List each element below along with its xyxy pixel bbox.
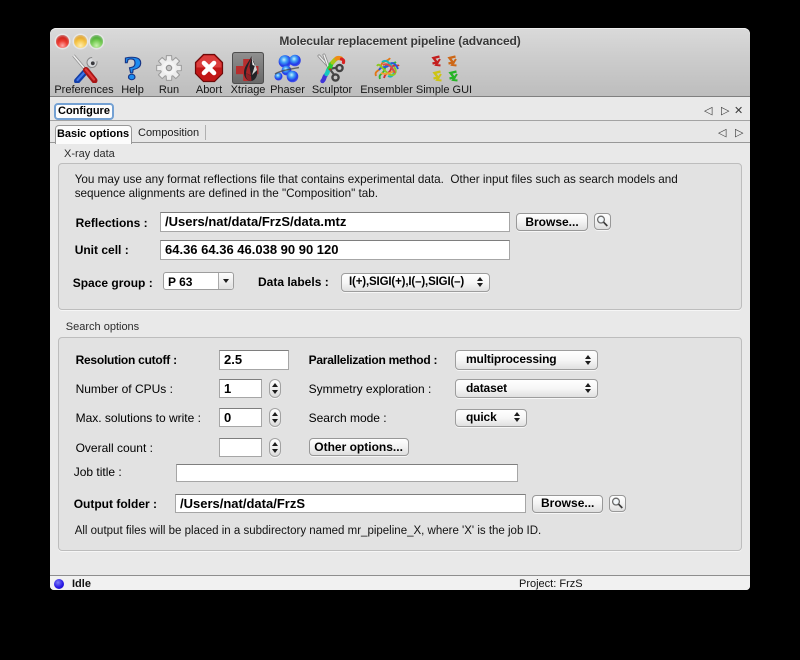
svg-text:?: ?: [122, 53, 142, 83]
